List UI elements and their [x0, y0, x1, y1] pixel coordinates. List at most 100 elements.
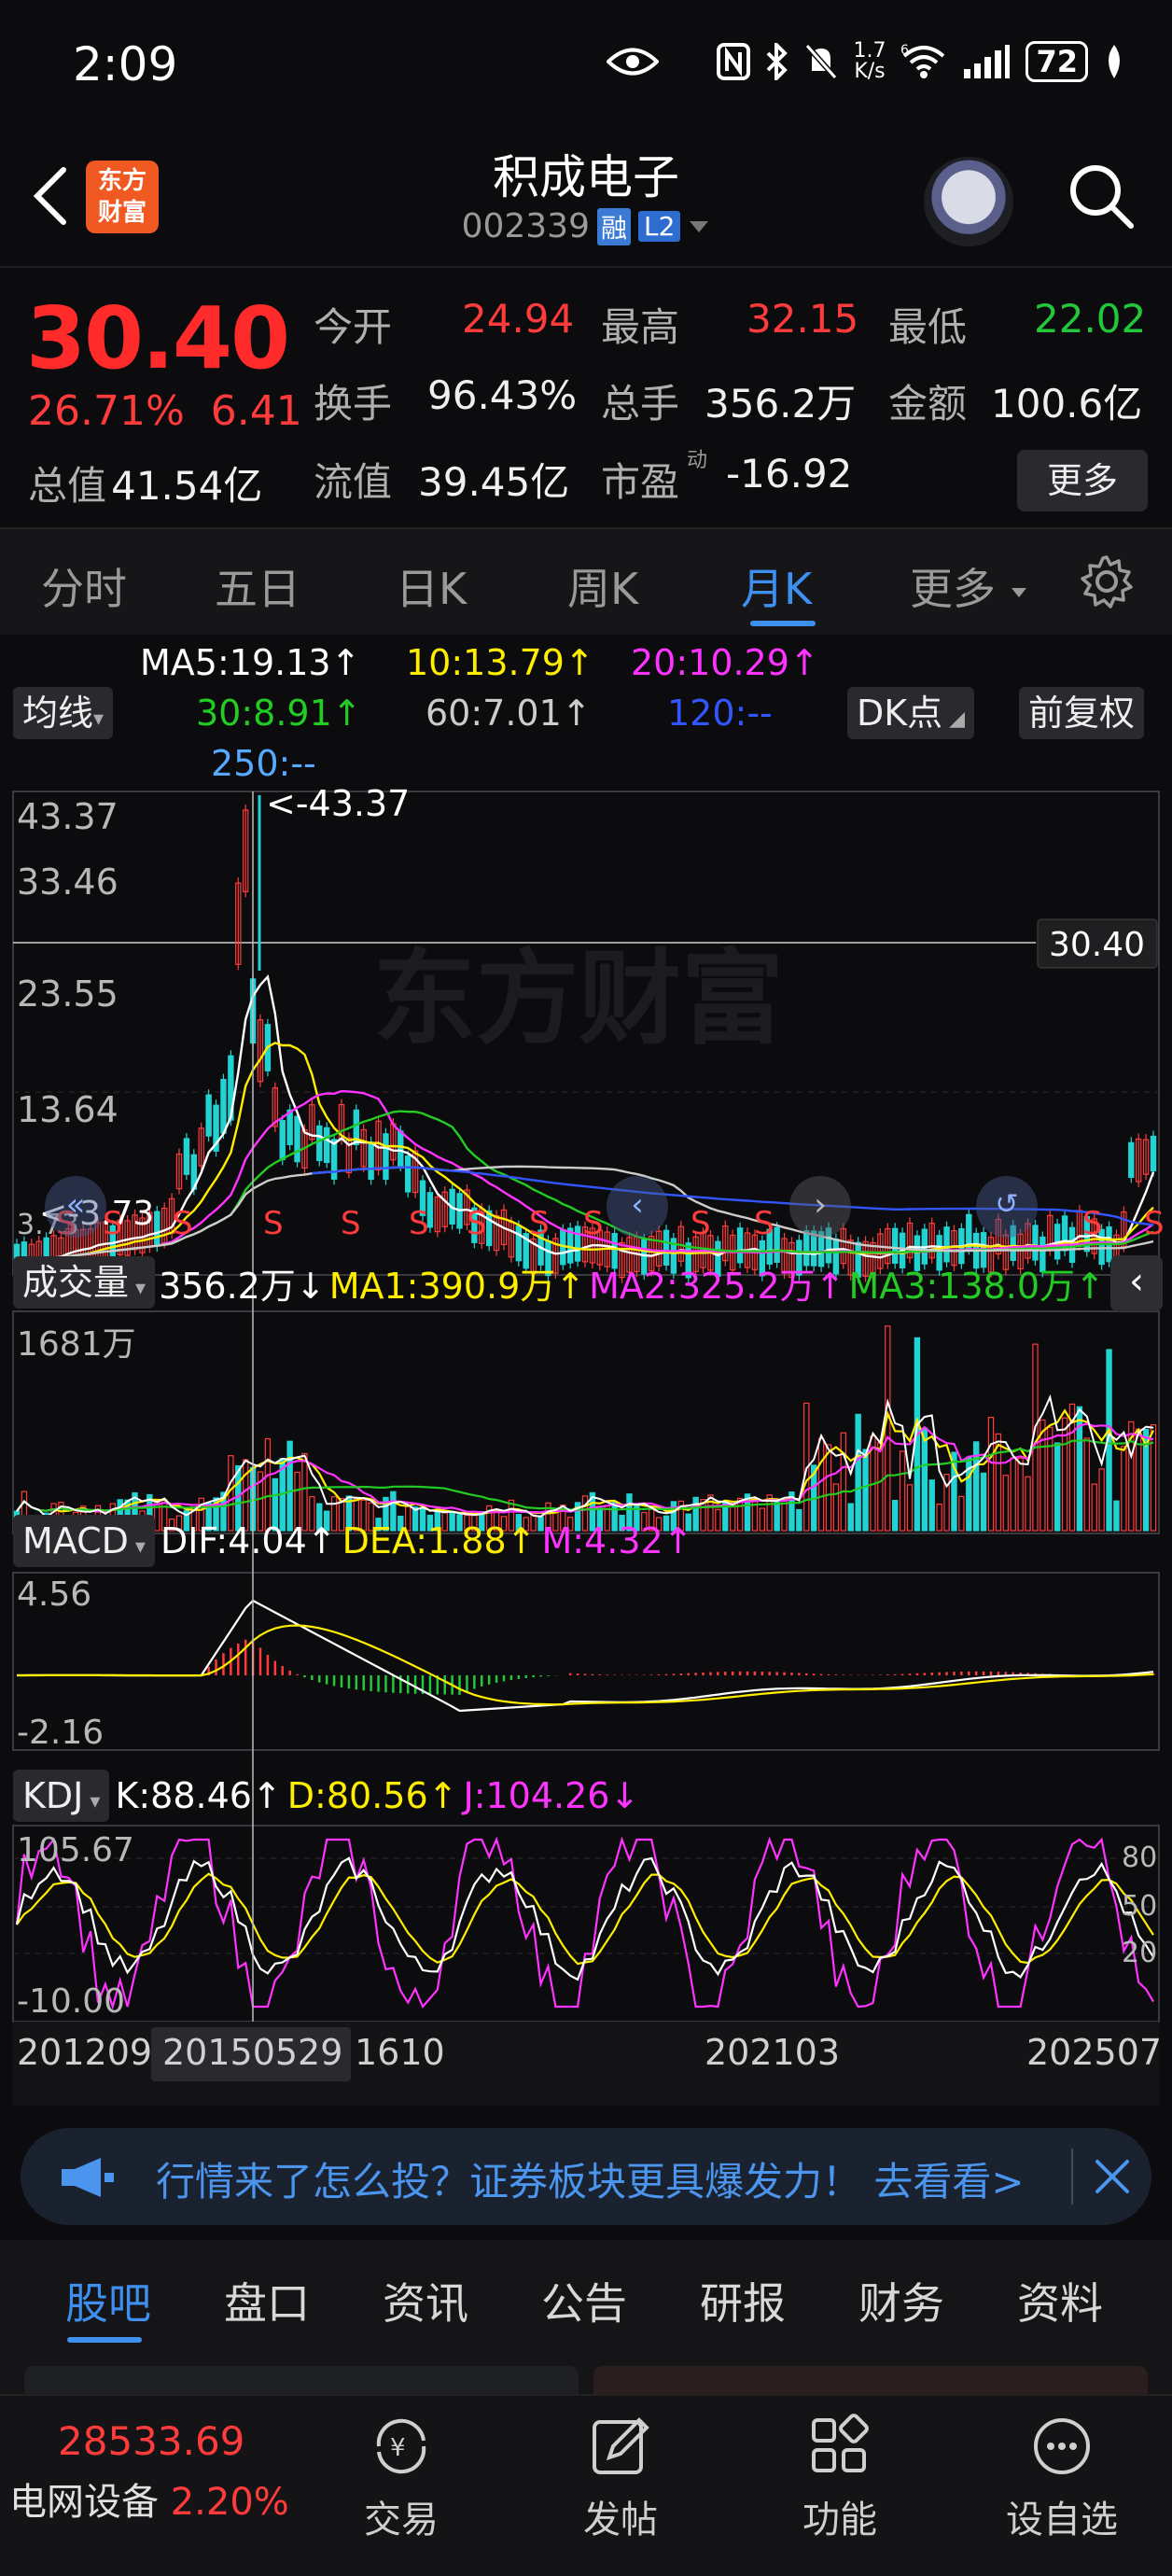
amount-label: 金额 [888, 381, 968, 427]
forward-adjust-button[interactable]: 前复权 [1019, 687, 1145, 739]
nav-post[interactable]: 发帖 [546, 2413, 695, 2543]
nav-functions-label: 功能 [802, 2499, 877, 2541]
low-label: 最低 [888, 304, 968, 350]
edit-icon [593, 2417, 649, 2474]
tab-financials[interactable]: 财务 [858, 2270, 944, 2331]
tab-daily-k[interactable]: 日K [396, 555, 467, 617]
volume-bar [1121, 1446, 1127, 1532]
ma20-value: 20:10.29↑ [631, 642, 819, 683]
candle-body [404, 1155, 412, 1193]
tab-research[interactable]: 研报 [700, 2270, 786, 2331]
open-value: 24.94 [462, 296, 575, 342]
search-icon[interactable] [1064, 159, 1138, 233]
chart-area[interactable]: 东方财富 43.37 33.46 23.55 13.64 3.73 <-43.3… [0, 783, 1172, 2109]
indicator-ma-label: 均线 [22, 693, 94, 734]
mute-bell-icon [805, 44, 838, 79]
candle-body [368, 1141, 374, 1181]
nav-add-watchlist[interactable]: 设自选 [987, 2413, 1137, 2543]
tab-weekly-k[interactable]: 周K [567, 555, 638, 617]
nfc-icon [717, 43, 751, 80]
volume-bar [1053, 1442, 1061, 1532]
k-line-chart-svg[interactable]: 东方财富 43.37 33.46 23.55 13.64 3.73 <-43.3… [0, 783, 1172, 2109]
high-value: 32.15 [746, 296, 859, 342]
volume-bar [847, 1503, 854, 1532]
more-button[interactable]: 更多 [1017, 450, 1148, 511]
max-price-marker: <-43.37 [266, 784, 410, 824]
turnover-value: 96.43% [427, 372, 578, 418]
nav-functions[interactable]: 功能 [765, 2413, 914, 2543]
indicator-ma-button[interactable]: 均线▾ [13, 687, 114, 739]
sector-index-name: 电网设备 [9, 2481, 159, 2524]
volume-bar [855, 1413, 861, 1532]
tab-more[interactable]: 更多 [910, 555, 1028, 617]
volume-bar [1010, 1457, 1016, 1532]
tab-guba[interactable]: 股吧 [65, 2270, 151, 2331]
nav-trade[interactable]: ¥ 交易 [327, 2413, 476, 2543]
volume-bar [921, 1427, 928, 1532]
sell-signal-marker: S [583, 1205, 604, 1242]
assistant-robot-icon[interactable] [924, 157, 1013, 246]
kdj-j-line [15, 1836, 1154, 2010]
kdj-indicator-label: KDJ [22, 1775, 84, 1816]
sell-signal-marker: S [1082, 1205, 1103, 1242]
dk-point-button[interactable]: DK点 ◢ [847, 687, 975, 739]
scroll-right-button[interactable]: › [789, 1176, 851, 1238]
volume-bar [832, 1483, 840, 1532]
sector-index[interactable]: 28533.69 电网设备 2.20% [9, 2418, 289, 2526]
current-price: 30.40 [26, 288, 290, 388]
macd-indicator-button[interactable]: MACD ▾ [13, 1515, 155, 1567]
tab-five-day[interactable]: 五日 [215, 555, 300, 617]
banner-text[interactable]: 行情来了怎么投？证券板块更具爆发力！ 去看看> [156, 2150, 1025, 2207]
status-bar: 2:09 1.7 K/s 6 72 [0, 0, 1172, 140]
volume-bar [936, 1503, 942, 1532]
tab-profile[interactable]: 资料 [1017, 2270, 1103, 2331]
time-axis-end: 202507 [1026, 2032, 1162, 2073]
promo-banner[interactable]: 行情来了怎么投？证券板块更具爆发力！ 去看看> [21, 2128, 1151, 2225]
volume-bar [928, 1479, 935, 1532]
dropdown-triangle-icon [1011, 587, 1026, 597]
macd-dea: DEA:1.88↑ [342, 1520, 537, 1561]
volume-bar [1150, 1424, 1157, 1532]
volume-indicator-button[interactable]: 成交量 ▾ [13, 1256, 156, 1309]
pe-superscript: 动 [687, 449, 708, 472]
kdj-indicator-button[interactable]: KDJ ▾ [13, 1770, 110, 1822]
kdj-panel-frame [12, 1825, 1160, 2023]
volume-bar [1113, 1500, 1120, 1532]
time-axis-mid: 202103 [705, 2032, 840, 2073]
macd-lines-layer [17, 1599, 1154, 1713]
market-cap-label: 总值 [28, 463, 107, 509]
ma5-value: MA5:19.13↑ [140, 642, 361, 683]
tab-announcements[interactable]: 公告 [541, 2270, 627, 2331]
float-cap-label: 流值 [314, 459, 393, 505]
collapse-chevron-icon[interactable]: ‹ [1110, 1255, 1163, 1311]
tab-intraday[interactable]: 分时 [41, 555, 127, 617]
bluetooth-icon [767, 43, 788, 80]
candle-body [279, 1120, 286, 1161]
ma30-value: 30:8.91↑ [196, 693, 362, 734]
tab-monthly-k[interactable]: 月K [741, 555, 812, 617]
svg-text:¥: ¥ [390, 2434, 406, 2462]
sector-index-change: 2.20% [170, 2481, 289, 2524]
reset-view-button[interactable]: ↺ [976, 1176, 1038, 1238]
kdj-d-line [16, 1872, 1154, 1966]
candle-body [1150, 1135, 1157, 1172]
scroll-left-button[interactable]: ‹ [607, 1176, 668, 1238]
volume-y-label: 1681万 [17, 1325, 136, 1364]
close-icon[interactable] [1092, 2156, 1133, 2197]
volume-bar [840, 1432, 847, 1532]
macd-dif: DIF:4.04↑ [160, 1520, 337, 1561]
scroll-left-fast-button[interactable]: « [45, 1176, 106, 1238]
price-y-label: 23.55 [17, 973, 119, 1015]
sell-signal-marker: S [341, 1205, 361, 1242]
kdj-level-80: 80 [1122, 1841, 1157, 1874]
tab-news[interactable]: 资讯 [383, 2270, 468, 2331]
kdj-level-50: 50 [1122, 1890, 1157, 1923]
ma120-value: 120:-- [667, 693, 773, 734]
bottom-nav: 28533.69 电网设备 2.20% ¥ 交易 发帖 功能 设自选 [0, 2394, 1172, 2576]
watermark: 东方财富 [373, 939, 784, 1058]
sell-signal-marker: S [409, 1205, 429, 1242]
pe-value: -16.92 [726, 451, 853, 497]
gear-icon[interactable] [1079, 553, 1135, 609]
tab-order-book[interactable]: 盘口 [224, 2270, 310, 2331]
sell-signal-marker: S [1144, 1205, 1165, 1242]
